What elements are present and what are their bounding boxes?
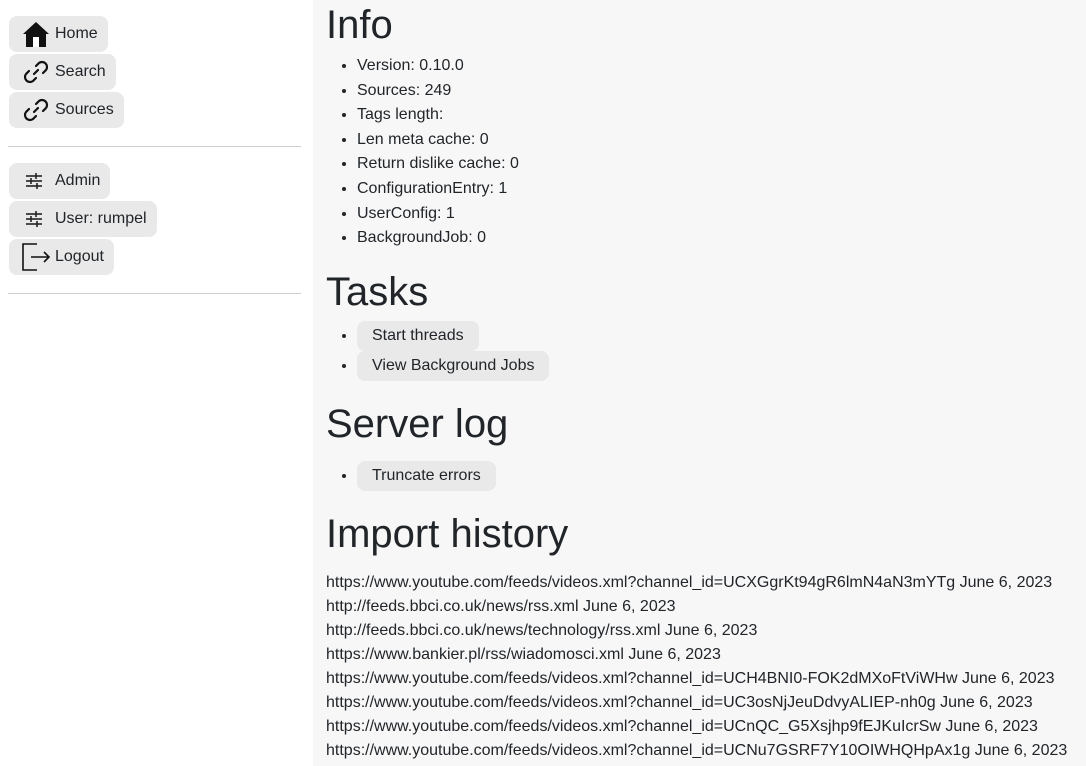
link-icon: [21, 57, 51, 87]
link-icon: [21, 95, 51, 125]
sidebar-item-label: Logout: [55, 248, 104, 265]
sidebar-item-label: Admin: [55, 172, 101, 189]
home-icon: [21, 19, 51, 49]
app-root: Home Search Sources Admin User: rumpel L…: [0, 0, 1086, 766]
start-threads-button[interactable]: Start threads: [357, 321, 479, 351]
list-item: Version: 0.10.0: [357, 54, 519, 79]
list-item: ConfigurationEntry: 1: [357, 177, 519, 202]
history-row: https://www.bankier.pl/rss/wiadomosci.xm…: [326, 646, 721, 663]
server-log-list: Truncate errors: [326, 461, 496, 491]
view-background-jobs-button[interactable]: View Background Jobs: [357, 351, 550, 381]
server-log-heading: Server log: [326, 402, 509, 446]
sidebar-item-admin[interactable]: Admin: [9, 163, 111, 199]
history-row: https://www.youtube.com/feeds/videos.xml…: [326, 718, 1038, 735]
list-item: Len meta cache: 0: [357, 128, 519, 153]
list-item: View Background Jobs: [357, 351, 550, 381]
sidebar: Home Search Sources Admin User: rumpel L…: [0, 0, 313, 766]
logout-icon: [21, 242, 51, 272]
sidebar-item-search[interactable]: Search: [9, 54, 116, 90]
sidebar-divider: [8, 293, 301, 294]
history-row: https://www.youtube.com/feeds/videos.xml…: [326, 694, 1033, 711]
sidebar-item-user[interactable]: User: rumpel: [9, 201, 157, 237]
sidebar-item-label: Sources: [55, 101, 114, 118]
import-history-heading: Import history: [326, 512, 569, 556]
list-item: Sources: 249: [357, 79, 519, 104]
truncate-errors-button[interactable]: Truncate errors: [357, 461, 496, 491]
import-history-list: https://www.youtube.com/feeds/videos.xml…: [326, 571, 1086, 763]
history-row: http://feeds.bbci.co.uk/news/technology/…: [326, 622, 758, 639]
list-item: Tags length:: [357, 103, 519, 128]
sidebar-item-label: Search: [55, 63, 106, 80]
sidebar-item-label: User: rumpel: [55, 210, 147, 227]
sliders-icon: [21, 166, 47, 196]
sidebar-item-sources[interactable]: Sources: [9, 92, 124, 128]
main-content: Info Version: 0.10.0 Sources: 249 Tags l…: [313, 0, 1086, 766]
sidebar-item-label: Home: [55, 25, 98, 42]
list-item: UserConfig: 1: [357, 202, 519, 227]
history-row: https://www.youtube.com/feeds/videos.xml…: [326, 670, 1055, 687]
list-item: Truncate errors: [357, 461, 496, 491]
tasks-heading: Tasks: [326, 270, 429, 314]
sidebar-item-home[interactable]: Home: [9, 16, 108, 52]
list-item: Start threads: [357, 321, 549, 351]
history-row: https://www.youtube.com/feeds/videos.xml…: [326, 742, 1068, 759]
history-row: http://feeds.bbci.co.uk/news/rss.xml Jun…: [326, 598, 676, 615]
sliders-icon: [21, 204, 47, 234]
history-row: https://www.youtube.com/feeds/videos.xml…: [326, 574, 1053, 591]
info-heading: Info: [326, 3, 393, 47]
tasks-list: Start threads View Background Jobs: [326, 321, 550, 381]
sidebar-item-logout[interactable]: Logout: [9, 239, 114, 275]
sidebar-divider: [8, 146, 301, 147]
list-item: Return dislike cache: 0: [357, 152, 519, 177]
info-list: Version: 0.10.0 Sources: 249 Tags length…: [326, 54, 519, 251]
list-item: BackgroundJob: 0: [357, 226, 519, 251]
